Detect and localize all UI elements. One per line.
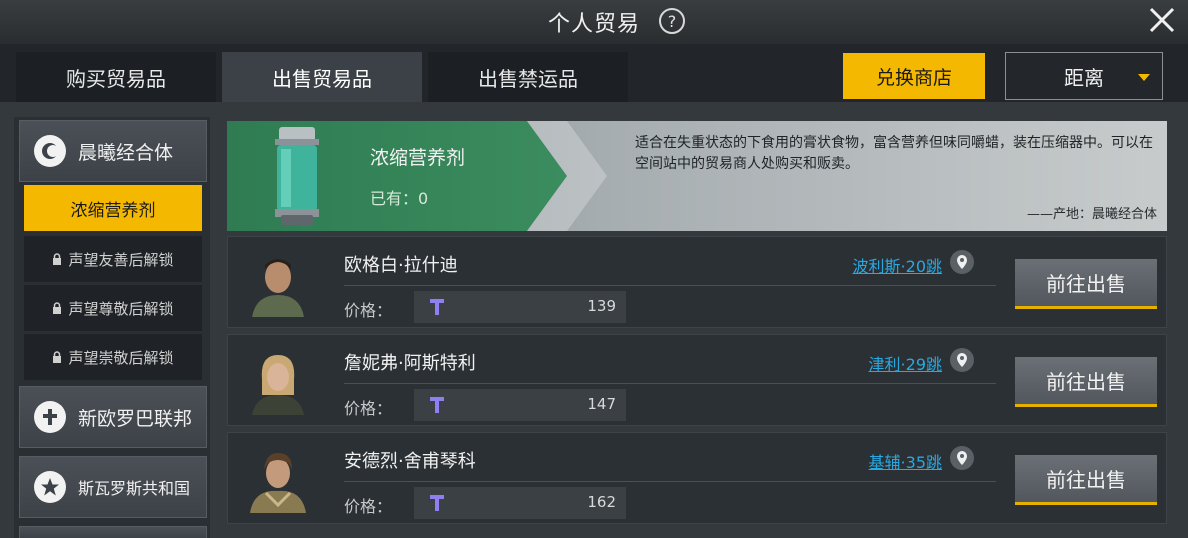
price-label: 价格： <box>344 497 393 516</box>
faction-label: 晨曦经合体 <box>78 141 174 164</box>
crescent-icon <box>34 135 66 167</box>
sidebar-item-label: 声望友善后解锁 <box>68 250 174 269</box>
close-icon[interactable] <box>1146 4 1178 36</box>
price-value: 147 <box>587 395 616 413</box>
merchant-name: 安德烈·舍甫琴科 <box>344 451 476 472</box>
faction-new-europa[interactable]: 新欧罗巴联邦 <box>19 386 207 448</box>
merchant-name: 詹妮弗·阿斯特利 <box>344 353 476 374</box>
price-box: 139 <box>414 291 626 323</box>
star-icon <box>34 471 66 503</box>
price-box: 147 <box>414 389 626 421</box>
product-owned-count: 已有：0 <box>370 189 429 208</box>
lock-icon <box>53 302 62 314</box>
price-value: 139 <box>587 297 616 315</box>
sort-label: 距离 <box>1064 65 1104 90</box>
sidebar-item-label: 浓缩营养剂 <box>70 200 156 221</box>
price-value: 162 <box>587 493 616 511</box>
faction-label: 斯瓦罗斯共和国 <box>78 479 191 498</box>
product-name: 浓缩营养剂 <box>370 147 466 169</box>
go-sell-button[interactable]: 前往出售 <box>1015 455 1157 505</box>
merchant-portrait <box>246 349 310 415</box>
faction-next[interactable] <box>19 526 207 538</box>
product-banner: 浓缩营养剂 已有：0 适合在失重状态的下食用的膏状食物，富含营养但味同嚼蜡，装在… <box>227 121 1167 231</box>
page-title: 个人贸易 <box>547 12 640 37</box>
nutrient-canister-icon <box>275 127 319 225</box>
sidebar-item-locked-revered[interactable]: 声望崇敬后解锁 <box>24 334 202 380</box>
location-pin-icon[interactable] <box>950 446 974 470</box>
row-divider <box>344 481 996 482</box>
location-link[interactable]: 基辅·35跳 <box>869 449 942 473</box>
location-link[interactable]: 津利·29跳 <box>869 351 942 375</box>
price-label: 价格： <box>344 399 393 418</box>
price-box: 162 <box>414 487 626 519</box>
product-origin: ——产地：晨曦经合体 <box>1026 207 1157 222</box>
help-icon[interactable]: ? <box>659 8 685 34</box>
go-sell-button[interactable]: 前往出售 <box>1015 259 1157 309</box>
merchant-name: 欧格白·拉什迪 <box>344 255 458 276</box>
currency-icon <box>430 397 444 413</box>
merchant-row: 詹妮弗·阿斯特利 津利·29跳 价格： 147 前往出售 <box>227 334 1167 426</box>
lock-icon <box>53 253 62 265</box>
merchant-portrait <box>246 447 310 513</box>
faction-label: 新欧罗巴联邦 <box>78 407 193 430</box>
chevron-down-icon <box>1138 74 1150 81</box>
lock-icon <box>53 351 62 363</box>
sidebar-item-label: 声望尊敬后解锁 <box>68 299 174 318</box>
sort-dropdown[interactable]: 距离 <box>1005 52 1163 100</box>
row-divider <box>344 285 996 286</box>
faction-svaros[interactable]: 斯瓦罗斯共和国 <box>19 456 207 518</box>
sidebar-item-locked-friendly[interactable]: 声望友善后解锁 <box>24 236 202 282</box>
go-sell-button[interactable]: 前往出售 <box>1015 357 1157 407</box>
tab-buy-goods[interactable]: 购买贸易品 <box>16 52 216 102</box>
currency-icon <box>430 495 444 511</box>
location-link[interactable]: 波利斯·20跳 <box>853 253 942 277</box>
merchant-portrait <box>246 251 310 317</box>
location-pin-icon[interactable] <box>950 250 974 274</box>
location-pin-icon[interactable] <box>950 348 974 372</box>
exchange-shop-button[interactable]: 兑换商店 <box>843 53 985 99</box>
currency-icon <box>430 299 444 315</box>
faction-dawn[interactable]: 晨曦经合体 <box>19 120 207 182</box>
row-divider <box>344 383 996 384</box>
tab-sell-contraband[interactable]: 出售禁运品 <box>428 52 628 102</box>
price-label: 价格： <box>344 301 393 320</box>
sidebar-item-nutrient[interactable]: 浓缩营养剂 <box>24 185 202 231</box>
tab-sell-goods[interactable]: 出售贸易品 <box>222 52 422 102</box>
cross-icon <box>34 401 66 433</box>
sidebar-item-locked-respected[interactable]: 声望尊敬后解锁 <box>24 285 202 331</box>
merchant-row: 欧格白·拉什迪 波利斯·20跳 价格： 139 前往出售 <box>227 236 1167 328</box>
merchant-row: 安德烈·舍甫琴科 基辅·35跳 价格： 162 前往出售 <box>227 432 1167 524</box>
product-description: 适合在失重状态的下食用的膏状食物，富含营养但味同嚼蜡，装在压缩器中。可以在空间站… <box>635 135 1153 172</box>
sidebar-item-label: 声望崇敬后解锁 <box>68 348 174 367</box>
